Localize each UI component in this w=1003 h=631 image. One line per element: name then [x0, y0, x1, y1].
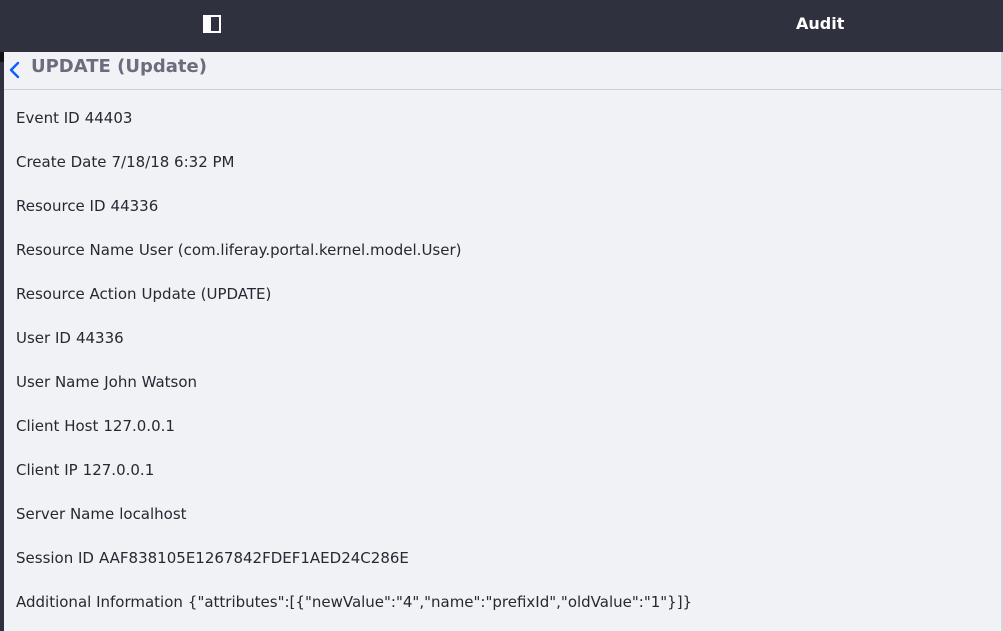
- detail-value: 127.0.0.1: [82, 461, 155, 479]
- detail-value: User (com.liferay.portal.kernel.model.Us…: [138, 241, 462, 259]
- detail-label: Session ID: [16, 549, 94, 567]
- detail-value: John Watson: [104, 373, 198, 391]
- detail-label: User ID: [16, 329, 71, 347]
- detail-create-date: Create Date 7/18/18 6:32 PM: [16, 150, 692, 194]
- top-bar: Audit: [0, 0, 1003, 52]
- detail-user-name: User Name John Watson: [16, 370, 692, 414]
- detail-value: localhost: [119, 505, 187, 523]
- detail-value: 127.0.0.1: [103, 417, 175, 435]
- detail-value: Update (UPDATE): [141, 285, 272, 303]
- detail-value: 44336: [75, 329, 124, 347]
- detail-resource-name: Resource Name User (com.liferay.portal.ke…: [16, 238, 692, 282]
- detail-label: Resource ID: [16, 197, 106, 215]
- detail-session-id: Session ID AAF838105E1267842FDEF1AED24C28…: [16, 546, 692, 590]
- detail-label: Server Name: [16, 505, 115, 523]
- detail-value: AAF838105E1267842FDEF1AED24C286E: [98, 549, 409, 567]
- detail-client-ip: Client IP 127.0.0.1: [16, 458, 692, 502]
- detail-user-id: User ID 44336: [16, 326, 692, 370]
- detail-server-name: Server Name localhost: [16, 502, 692, 546]
- detail-event-id: Event ID 44403: [16, 106, 692, 150]
- detail-client-host: Client Host 127.0.0.1: [16, 414, 692, 458]
- page-header: UPDATE (Update): [4, 52, 1003, 90]
- detail-resource-action: Resource Action Update (UPDATE): [16, 282, 692, 326]
- detail-additional-information: Additional Information {"attributes":[{"n…: [16, 590, 692, 631]
- chevron-left-icon[interactable]: [6, 58, 26, 82]
- detail-label: Additional Information: [16, 593, 183, 611]
- detail-resource-id: Resource ID 44336: [16, 194, 692, 238]
- detail-value: {"attributes":[{"newValue":"4","name":"p…: [187, 593, 693, 611]
- detail-value: 7/18/18 6:32 PM: [111, 153, 235, 171]
- detail-label: Create Date: [16, 153, 107, 171]
- app-window: Audit UPDATE (Update) Event ID 44403 Crea…: [0, 0, 1003, 631]
- event-details-list: Event ID 44403 Create Date 7/18/18 6:32 PM…: [16, 106, 692, 631]
- page-title: UPDATE (Update): [31, 56, 207, 77]
- detail-label: Client Host: [16, 417, 99, 435]
- detail-value: 44336: [110, 197, 159, 215]
- detail-label: Resource Action: [16, 285, 137, 303]
- app-title: Audit: [796, 14, 845, 33]
- sidebar-panel-icon[interactable]: [203, 15, 221, 33]
- detail-label: Client IP: [16, 461, 78, 479]
- detail-label: Resource Name: [16, 241, 134, 259]
- detail-label: User Name: [16, 373, 100, 391]
- detail-label: Event ID: [16, 109, 80, 127]
- left-edge-strip: [0, 52, 4, 631]
- detail-value: 44403: [84, 109, 133, 127]
